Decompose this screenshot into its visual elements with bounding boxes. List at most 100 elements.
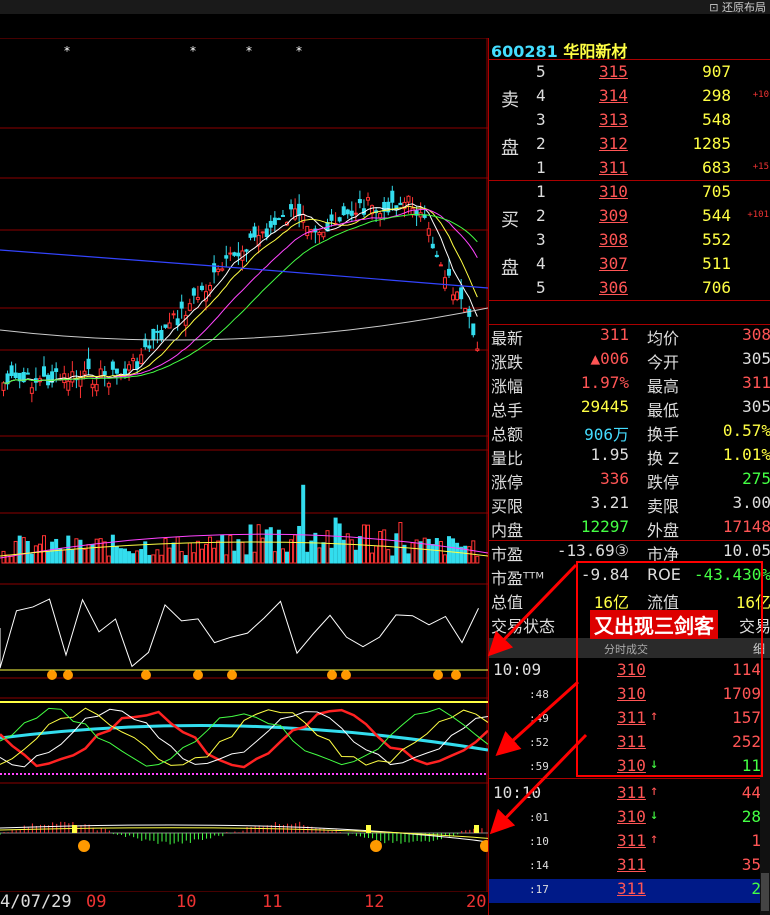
level-price[interactable]: 315: [599, 62, 628, 81]
candle: [66, 380, 71, 391]
sell-level-row[interactable]: 4 314 298 +10: [489, 86, 770, 110]
quote-value: ▲006: [590, 349, 629, 368]
volume-bar: [50, 541, 55, 564]
annotation-box: [576, 561, 763, 777]
volume-bar: [127, 551, 132, 564]
volume-bar: [70, 549, 75, 564]
scroll-thumb[interactable]: [761, 873, 769, 911]
tick-row[interactable]: :10 311 ↑ 1: [489, 831, 761, 855]
volume-bar: [289, 539, 294, 564]
quote-label: 最高: [647, 377, 680, 396]
volume-bar: [353, 549, 358, 564]
candle: [102, 371, 107, 375]
volume-bar: [378, 531, 383, 564]
quote-label: 交易状态: [491, 617, 556, 636]
level-price[interactable]: 308: [599, 230, 628, 249]
tick-time: :17: [529, 883, 549, 896]
ma-line: [3, 213, 478, 384]
candle: [191, 288, 196, 296]
candle: [86, 358, 91, 370]
candle: [321, 231, 326, 238]
quote-label: 总手: [491, 401, 524, 420]
tick-row[interactable]: :01 310 ↓ 28: [489, 807, 761, 831]
tick-row[interactable]: :17 311 2: [489, 879, 761, 903]
date-axis-label: 4/07/29: [0, 892, 72, 912]
level-price[interactable]: 310: [599, 182, 628, 201]
sell-level-row[interactable]: 5 315 907: [489, 62, 770, 86]
sell-level-row[interactable]: 2 312 1285: [489, 134, 770, 158]
level-price[interactable]: 309: [599, 206, 628, 225]
level-price[interactable]: 312: [599, 134, 628, 153]
quote-value: 1.01%: [722, 445, 770, 464]
volume-bar: [183, 555, 188, 564]
quote-label: 跌停: [647, 473, 680, 492]
candle: [289, 204, 294, 210]
volume-bar: [438, 541, 443, 564]
level-price[interactable]: 307: [599, 254, 628, 273]
candle: [438, 264, 443, 267]
candle: [167, 322, 172, 329]
level-price[interactable]: 306: [599, 278, 628, 297]
date-axis-label: 11: [262, 892, 283, 912]
candle: [410, 207, 415, 216]
buy-level-row[interactable]: 2 309 544 +101: [489, 206, 770, 230]
chart-area[interactable]: * * * *: [0, 38, 488, 892]
date-axis-label: 09: [86, 892, 107, 912]
candle: [260, 231, 265, 234]
candle: [442, 277, 447, 289]
level-price[interactable]: 313: [599, 110, 628, 129]
buy-level-row[interactable]: 1 310 705: [489, 182, 770, 206]
buy-level-row[interactable]: 4 307 511: [489, 254, 770, 278]
volume-bar: [406, 553, 411, 564]
volume-bar: [220, 534, 225, 564]
quote-row: 总额 906万 换手 0.57%: [489, 421, 770, 445]
quote-label: 换 Z: [647, 449, 680, 468]
quote-label: 内盘: [491, 521, 524, 540]
restore-layout-button[interactable]: ⊡ 还原布局: [709, 0, 766, 15]
volume-bar: [329, 547, 334, 564]
level-number: 1: [536, 182, 546, 201]
tick-row[interactable]: :14 311 35: [489, 855, 761, 879]
candle: [268, 220, 273, 228]
volume-bar: [459, 546, 464, 564]
level-price[interactable]: 314: [599, 86, 628, 105]
indicator-line: [0, 598, 479, 669]
tick-direction-icon: ↑: [650, 783, 659, 799]
date-axis-label: 12: [364, 892, 385, 912]
volume-bar: [155, 549, 160, 564]
volume-bar: [135, 550, 140, 564]
volume-bar: [236, 539, 241, 564]
candle: [341, 206, 346, 216]
signal-dot: [227, 670, 237, 680]
candlestick-chart-svg[interactable]: * * * *: [0, 38, 488, 892]
buy-level-row[interactable]: 5 306 706: [489, 278, 770, 302]
quote-label: 量比: [491, 449, 524, 468]
sell-level-row[interactable]: 1 311 683 +15: [489, 158, 770, 182]
volume-bar: [398, 522, 403, 564]
volume-bar: [285, 551, 289, 564]
volume-bar: [272, 551, 277, 564]
buy-level-row[interactable]: 3 308 552: [489, 230, 770, 254]
quote-row: 涨幅 1.97% 最高 311: [489, 373, 770, 397]
candle: [114, 368, 119, 374]
level-volume: 544: [702, 206, 731, 225]
level-price[interactable]: 311: [599, 158, 628, 177]
level-number: 5: [536, 62, 546, 81]
volume-bar: [426, 538, 431, 564]
volume-bar: [386, 549, 391, 564]
candle: [139, 354, 144, 364]
restore-icon: ⊡: [709, 1, 722, 14]
sell-level-row[interactable]: 3 313 548: [489, 110, 770, 134]
volume-bar: [204, 543, 208, 564]
volume-bar: [78, 539, 83, 564]
level-change-tag: +10: [752, 90, 769, 100]
volume-bar: [240, 541, 245, 564]
level-number: 2: [536, 206, 546, 225]
candle: [29, 387, 34, 394]
ma-line: [0, 307, 488, 341]
candle: [297, 203, 302, 216]
volume-bar: [305, 551, 310, 564]
tick-time: 10:09: [493, 660, 542, 679]
tick-row[interactable]: 10:10 311 ↑ 44: [489, 783, 761, 807]
quote-value: 17148: [722, 517, 770, 536]
